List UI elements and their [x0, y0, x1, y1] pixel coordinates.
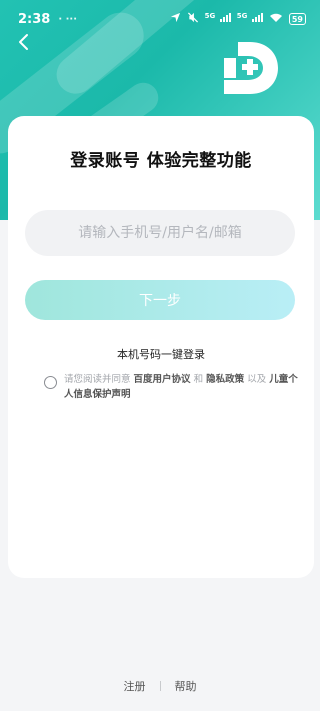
- network-type-1: 5G: [204, 11, 216, 20]
- status-time: 2:38: [18, 11, 51, 27]
- back-button[interactable]: [12, 32, 36, 56]
- agreement-checkbox[interactable]: [44, 376, 57, 389]
- agreement-text: 请您阅读并同意 百度用户协议 和 隐私政策 以及 儿童个人信息保护声明: [64, 372, 302, 402]
- user-agreement-link[interactable]: 百度用户协议: [134, 374, 191, 385]
- page-title: 登录账号 体验完整功能: [70, 151, 252, 171]
- privacy-policy-link[interactable]: 隐私政策: [206, 374, 244, 385]
- register-link[interactable]: 注册: [124, 678, 146, 694]
- account-input[interactable]: [25, 210, 295, 256]
- battery-indicator: 59: [288, 13, 306, 25]
- mute-icon: [187, 12, 199, 26]
- one-click-login-link[interactable]: 本机号码一键登录: [8, 346, 314, 362]
- signal-icon-2: 5G: [236, 11, 263, 26]
- notification-indicators: · ···: [58, 13, 78, 25]
- wifi-icon: [269, 13, 283, 26]
- next-button[interactable]: 下一步: [25, 280, 295, 320]
- agreement-and: 和: [193, 374, 204, 385]
- agreement-prefix: 请您阅读并同意: [64, 374, 131, 385]
- footer-links: 注册 帮助: [0, 678, 320, 694]
- signal-icon: 5G: [204, 11, 231, 26]
- login-card: 登录账号 体验完整功能 下一步 本机号码一键登录 请您阅读并同意 百度用户协议 …: [8, 116, 314, 578]
- d-plus-logo-icon: [220, 36, 284, 100]
- agreement-and2: 以及: [247, 374, 267, 385]
- network-type-2: 5G: [236, 11, 248, 20]
- chevron-left-icon: [19, 34, 28, 50]
- footer-divider: [159, 681, 161, 691]
- location-icon: [170, 12, 181, 26]
- status-bar: 2:38 · ··· 5G 5G 59: [0, 0, 320, 38]
- help-link[interactable]: 帮助: [175, 678, 197, 694]
